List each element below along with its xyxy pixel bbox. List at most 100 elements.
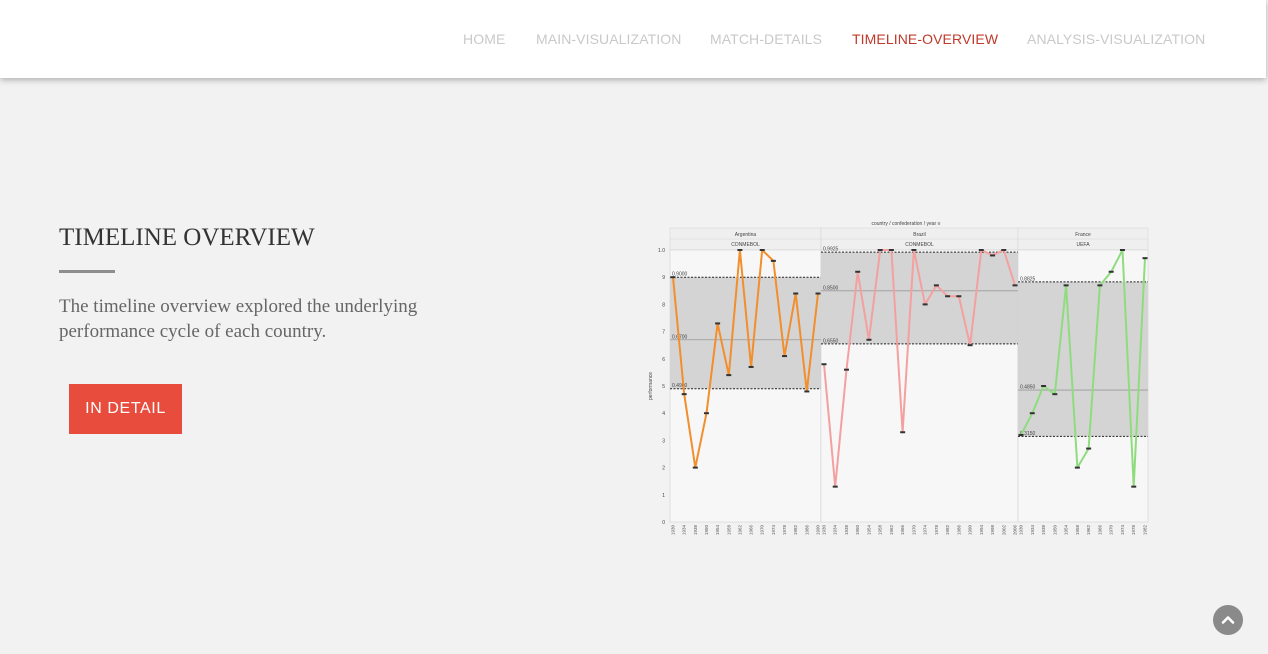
data-point: [1108, 270, 1114, 273]
x-tick-label: 1990: [968, 525, 973, 536]
data-point: [1074, 466, 1080, 469]
x-tick-label: 1938: [693, 525, 698, 536]
y-tick-label: 5: [662, 384, 665, 390]
data-point: [759, 249, 765, 251]
data-point: [855, 270, 861, 273]
data-point: [1041, 385, 1047, 387]
data-point: [1029, 412, 1035, 415]
in-detail-button[interactable]: IN DETAIL: [69, 384, 182, 434]
data-point: [715, 322, 721, 325]
x-tick-label: 1974: [771, 525, 776, 536]
data-point: [900, 431, 906, 434]
x-tick-label: 1982: [1143, 525, 1148, 536]
data-point: [978, 249, 984, 251]
x-tick-label: 1966: [749, 525, 754, 536]
x-tick-label: 1962: [737, 525, 742, 536]
x-tick-label: 1950: [1052, 525, 1057, 536]
data-point: [933, 284, 939, 287]
x-tick-label: 1950: [855, 525, 860, 536]
data-point: [1001, 249, 1007, 251]
x-tick-label: 1974: [1120, 525, 1125, 536]
data-point: [888, 249, 894, 251]
data-point: [692, 466, 698, 469]
nav-link-match-details[interactable]: MATCH-DETAILS: [710, 31, 822, 47]
panel-country-label: France: [1075, 232, 1091, 238]
x-tick-label: 1966: [1097, 525, 1102, 536]
x-tick-label: 1954: [1064, 525, 1069, 536]
x-tick-label: 1978: [1131, 525, 1136, 536]
panel-country-label: Brazil: [913, 232, 926, 238]
x-tick-label: 1982: [945, 525, 950, 536]
x-tick-label: 1958: [1075, 525, 1080, 536]
nav-link-home[interactable]: HOME: [463, 31, 505, 47]
data-point: [1119, 249, 1125, 251]
y-tick-label: 4: [662, 411, 665, 417]
data-point: [832, 485, 838, 488]
x-tick-label: 1970: [1109, 525, 1114, 536]
data-point: [737, 249, 743, 251]
x-tick-label: 1986: [804, 525, 809, 536]
x-tick-label: 1970: [911, 525, 916, 536]
x-tick-label: 1970: [760, 525, 765, 536]
data-point: [770, 259, 776, 262]
x-tick-label: 1938: [1041, 525, 1046, 536]
data-point: [681, 393, 687, 396]
y-axis-label: performance: [648, 372, 654, 400]
data-point: [945, 295, 951, 298]
data-point: [703, 412, 709, 415]
data-point: [804, 390, 810, 393]
y-tick-label: 2: [662, 466, 665, 472]
x-tick-label: 2006: [1013, 525, 1018, 536]
x-tick-label: 1930: [671, 525, 676, 536]
data-point: [1052, 393, 1058, 396]
x-tick-label: 1978: [934, 525, 939, 536]
band-upper-label: 0.8825: [1020, 276, 1036, 282]
section-description: The timeline overview explored the under…: [59, 296, 418, 342]
y-tick-label: 1.0: [658, 248, 665, 254]
x-tick-label: 1986: [956, 525, 961, 536]
x-tick-label: 1958: [878, 525, 883, 536]
data-point: [877, 249, 883, 251]
y-tick-label: 6: [662, 357, 665, 363]
timeline-chart: country / confederation / year ≡ performa…: [648, 221, 1149, 536]
x-tick-label: 1994: [979, 525, 984, 536]
data-point: [1012, 284, 1018, 287]
data-point: [1131, 485, 1137, 488]
data-point: [726, 374, 732, 377]
title-underline: [59, 270, 115, 273]
panel-confederation-label: CONMEBOL: [731, 242, 760, 248]
nav-link-analysis-visualization[interactable]: ANALYSIS-VISUALIZATION: [1027, 31, 1205, 47]
x-tick-label: 1990: [816, 525, 821, 536]
x-tick-label: 1934: [682, 525, 687, 536]
panel-confederation-label: CONMEBOL: [905, 242, 934, 248]
band-upper-label: 0.9925: [823, 247, 839, 253]
data-point: [670, 276, 676, 279]
nav-link-main-visualization[interactable]: MAIN-VISUALIZATION: [536, 31, 681, 47]
scroll-to-top-button[interactable]: [1213, 605, 1243, 635]
chevron-up-icon: [1221, 616, 1235, 624]
data-point: [1097, 284, 1103, 287]
y-tick-label: 8: [662, 302, 665, 308]
section-title: TIMELINE OVERVIEW: [59, 224, 315, 251]
data-point: [782, 355, 788, 358]
x-tick-label: 1974: [923, 525, 928, 536]
navbar: HOME MAIN-VISUALIZATION MATCH-DETAILS TI…: [0, 0, 1266, 78]
x-tick-label: 1954: [866, 525, 871, 536]
data-point: [748, 365, 754, 368]
data-point: [815, 292, 821, 295]
data-point: [1086, 447, 1092, 450]
nav-link-timeline-overview[interactable]: TIMELINE-OVERVIEW: [852, 31, 998, 47]
x-tick-label: 1978: [782, 525, 787, 536]
y-tick-label: 1: [662, 493, 665, 499]
x-tick-label: 1930: [822, 525, 827, 536]
x-tick-label: 1930: [1019, 525, 1024, 536]
x-tick-label: 1950: [704, 525, 709, 536]
panel-country-label: Argentina: [735, 232, 757, 238]
x-tick-label: 1966: [900, 525, 905, 536]
data-point: [956, 295, 962, 298]
data-point: [843, 368, 849, 371]
x-tick-label: 1954: [715, 525, 720, 536]
data-point: [922, 303, 928, 306]
x-tick-label: 1962: [889, 525, 894, 536]
band-mid-label: 0.8500: [823, 285, 839, 291]
